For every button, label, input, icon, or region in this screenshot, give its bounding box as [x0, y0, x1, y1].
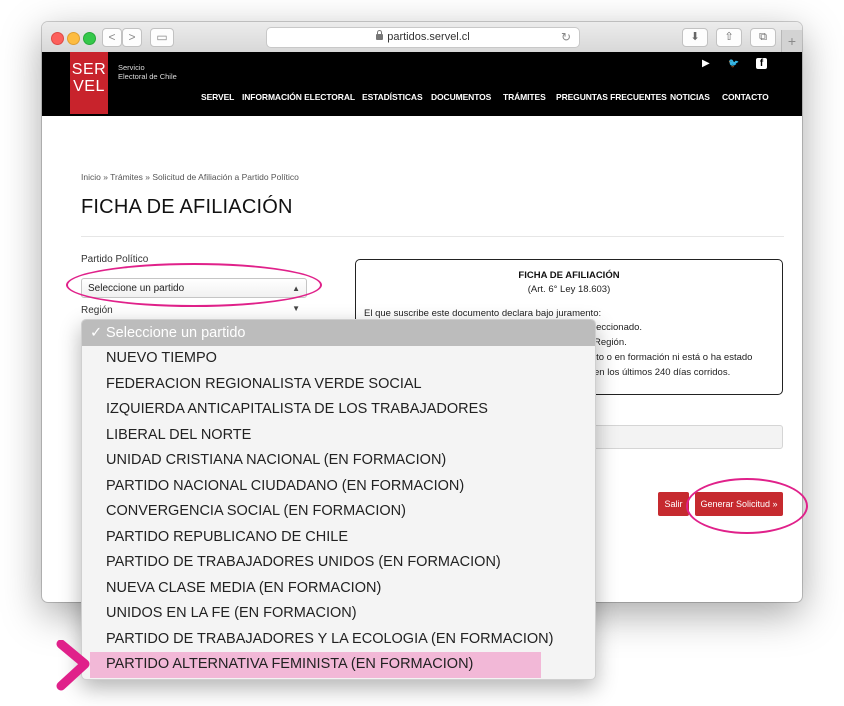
reload-icon[interactable]: ↻ [561, 28, 571, 47]
servel-logo[interactable]: SER VEL [70, 52, 108, 114]
new-tab-button[interactable]: + [781, 30, 802, 52]
minimize-window-button[interactable] [67, 32, 80, 45]
close-window-button[interactable] [51, 32, 64, 45]
ficha-line: El que suscribe este documento declara b… [364, 308, 602, 319]
ficha-line: en los últimos 240 días corridos. [594, 367, 731, 378]
zoom-window-button[interactable] [83, 32, 96, 45]
ficha-subtitle: (Art. 6° Ley 18.603) [527, 284, 611, 295]
nav-estadisticas[interactable]: ESTADÍSTICAS [362, 92, 423, 102]
logo-line-1: SER [71, 61, 107, 78]
nav-contacto[interactable]: CONTACTO [722, 92, 769, 102]
twitter-icon[interactable]: 🐦 [728, 58, 739, 69]
ficha-line: leccionado. [594, 322, 643, 333]
dropdown-option[interactable]: FEDERACION REGIONALISTA VERDE SOCIAL [82, 372, 595, 398]
dropdown-option-selected[interactable]: ✓ Seleccione un partido [82, 320, 595, 346]
chevron-left-icon: < [108, 30, 116, 44]
facebook-icon[interactable]: f [756, 58, 767, 69]
sidebar-button[interactable]: ▭ [150, 28, 174, 47]
ficha-line: Región. [594, 337, 627, 348]
brand-text: Servicio Electoral de Chile [118, 63, 177, 81]
dropdown-option[interactable]: LIBERAL DEL NORTE [82, 423, 595, 449]
logo-line-2: VEL [73, 78, 105, 95]
tabs-button[interactable]: ⧉ [750, 28, 776, 47]
dropdown-option[interactable]: UNIDAD CRISTIANA NACIONAL (EN FORMACION) [82, 448, 595, 474]
dropdown-option[interactable]: NUEVA CLASE MEDIA (EN FORMACION) [82, 576, 595, 602]
download-button[interactable]: ⬇ [682, 28, 708, 47]
partido-label: Partido Político [81, 254, 149, 265]
region-field[interactable] [590, 425, 783, 449]
annotation-arrow-icon [56, 640, 90, 691]
salir-button[interactable]: Salir [658, 492, 689, 516]
dropdown-option[interactable]: PARTIDO NACIONAL CIUDADANO (EN FORMACION… [82, 474, 595, 500]
youtube-icon[interactable]: ▶ [702, 58, 710, 69]
breadcrumb[interactable]: Inicio » Trámites » Solicitud de Afiliac… [81, 172, 299, 182]
dropdown-option[interactable]: UNIDOS EN LA FE (EN FORMACION) [82, 601, 595, 627]
ficha-line: ito o en formación ni está o ha estado [594, 352, 753, 363]
site-header: SER VEL Servicio Electoral de Chile ▶ 🐦 … [42, 52, 802, 116]
page-title: FICHA DE AFILIACIÓN [81, 196, 293, 218]
brand-line-1: Servicio [118, 63, 145, 72]
nav-informacion-electoral[interactable]: INFORMACIÓN ELECTORAL [242, 92, 355, 102]
nav-tramites[interactable]: TRÁMITES [503, 92, 546, 102]
share-icon: ⇧ [724, 31, 734, 43]
partido-dropdown-list: ✓ Seleccione un partido NUEVO TIEMPO FED… [81, 319, 596, 680]
title-bar: < > ▭ partidos.servel.cl ↻ ⬇ ⇧ ⧉ + [42, 22, 802, 53]
address-bar[interactable]: partidos.servel.cl ↻ [266, 27, 580, 48]
checkmark-icon: ✓ [90, 325, 103, 341]
nav-noticias[interactable]: NOTICIAS [670, 92, 710, 102]
sidebar-icon: ▭ [156, 30, 168, 44]
title-divider [81, 236, 784, 237]
nav-documentos[interactable]: DOCUMENTOS [431, 92, 491, 102]
url-text: partidos.servel.cl [387, 31, 470, 43]
nav-preguntas-frecuentes[interactable]: PREGUNTAS FRECUENTES [556, 92, 667, 102]
share-button[interactable]: ⇧ [716, 28, 742, 47]
region-label: Región [81, 305, 113, 316]
dropdown-option[interactable]: NUEVO TIEMPO [82, 346, 595, 372]
dropdown-option-label: Seleccione un partido [106, 325, 246, 341]
ficha-title: FICHA DE AFILIACIÓN [518, 270, 620, 281]
nav-servel[interactable]: SERVEL [201, 92, 234, 102]
back-button[interactable]: < [102, 28, 122, 47]
plus-icon: + [787, 33, 797, 49]
lock-icon [376, 30, 384, 40]
dropdown-option[interactable]: PARTIDO DE TRABAJADORES UNIDOS (EN FORMA… [82, 550, 595, 576]
dropdown-option[interactable]: CONVERGENCIA SOCIAL (EN FORMACION) [82, 499, 595, 525]
dropdown-option[interactable]: IZQUIERDA ANTICAPITALISTA DE LOS TRABAJA… [82, 397, 595, 423]
download-icon: ⬇ [690, 31, 700, 43]
brand-line-2: Electoral de Chile [118, 72, 177, 81]
dropdown-option[interactable]: PARTIDO DE TRABAJADORES Y LA ECOLOGIA (E… [82, 627, 595, 653]
chevron-right-icon: > [128, 30, 136, 44]
dropdown-option[interactable]: PARTIDO REPUBLICANO DE CHILE [82, 525, 595, 551]
annotation-ring-select [66, 263, 322, 307]
annotation-ring-generar [686, 478, 808, 534]
forward-button[interactable]: > [122, 28, 142, 47]
dropdown-option-highlighted[interactable]: PARTIDO ALTERNATIVA FEMINISTA (EN FORMAC… [90, 652, 541, 678]
tabs-icon: ⧉ [759, 31, 767, 43]
